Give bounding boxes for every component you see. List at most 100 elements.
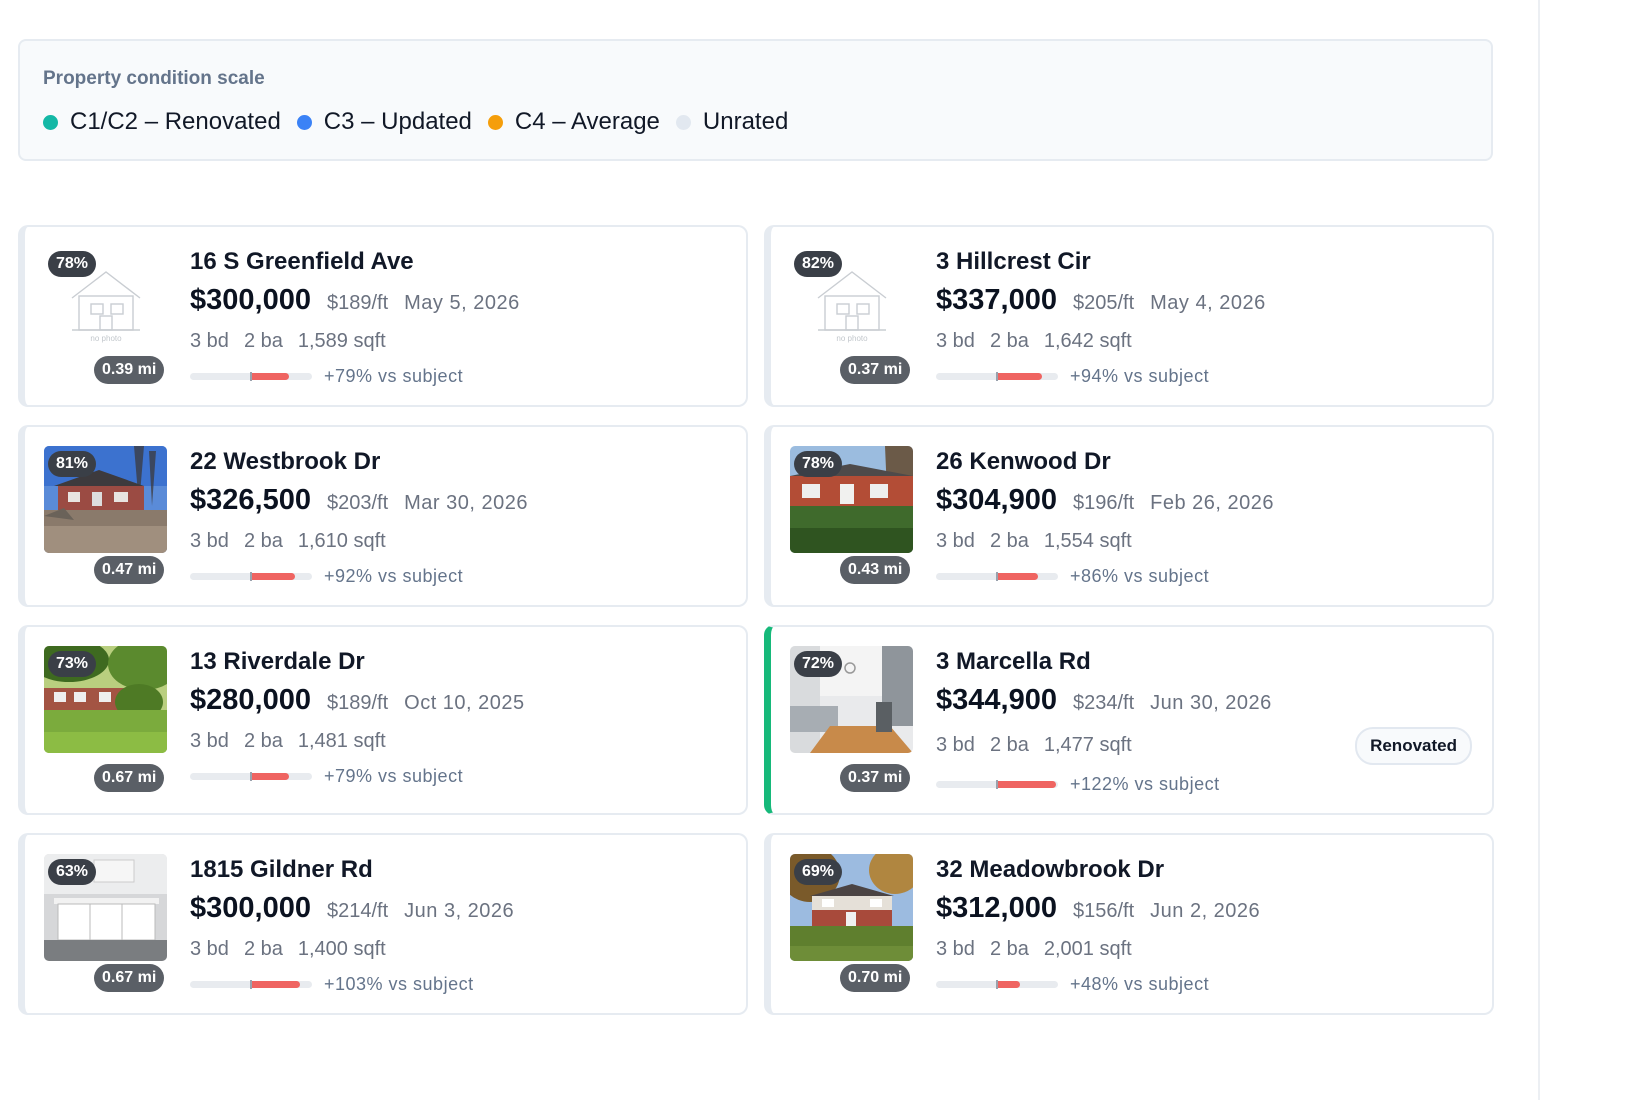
beds: 3 bd — [190, 330, 229, 352]
scrollbar-track[interactable] — [1538, 0, 1540, 1100]
sale-date: Oct 10, 2025 — [404, 692, 525, 714]
vs-subject-bar — [936, 372, 1058, 381]
price-per-sqft: $214/ft — [326, 900, 389, 922]
subject-marker — [250, 372, 252, 381]
match-score-badge: 82% — [794, 251, 843, 277]
price-line: $300,000 $189/ft May 5, 2026 — [190, 284, 520, 317]
vs-subject-bar-fill — [251, 373, 289, 380]
price-line: $344,900 $234/ft Jun 30, 2026 — [936, 684, 1272, 717]
subject-marker — [996, 980, 998, 989]
sqft: 1,610 sqft — [297, 530, 386, 552]
vs-subject-label: +103% vs subject — [324, 974, 474, 994]
sqft: 1,400 sqft — [297, 938, 386, 960]
legend-item-average: C4 – Average — [487, 108, 660, 136]
comp-card[interactable]: 78% 0.43 mi 26 Kenwood Dr $304,900 $196/… — [764, 425, 1494, 607]
beds: 3 bd — [190, 938, 229, 960]
vs-subject-bar-fill — [251, 573, 296, 580]
subject-marker — [250, 980, 252, 989]
price-per-sqft: $196/ft — [1072, 492, 1135, 514]
match-score-badge: 63% — [48, 859, 97, 885]
subject-marker — [996, 372, 998, 381]
beds: 3 bd — [190, 530, 229, 552]
match-score-badge: 69% — [794, 859, 843, 885]
subject-marker — [996, 780, 998, 789]
sale-date: Jun 3, 2026 — [404, 900, 515, 922]
baths: 2 ba — [243, 330, 283, 352]
distance-badge: 0.37 mi — [840, 356, 911, 384]
distance-badge: 0.39 mi — [94, 356, 165, 384]
legend-dot — [43, 114, 58, 130]
comp-card[interactable]: 81% 0.47 mi 22 Westbrook Dr $326,500 $20… — [18, 425, 748, 607]
match-score-badge: 72% — [794, 651, 843, 677]
comp-address[interactable]: 3 Hillcrest Cir — [936, 248, 1091, 276]
vs-subject-bar — [936, 780, 1058, 789]
comp-address[interactable]: 1815 Gildner Rd — [190, 856, 373, 884]
match-score-badge: 78% — [48, 251, 97, 277]
price-per-sqft: $189/ft — [326, 692, 389, 714]
vs-subject-bar-fill — [997, 573, 1039, 580]
comp-address[interactable]: 16 S Greenfield Ave — [190, 248, 414, 276]
comp-address[interactable]: 22 Westbrook Dr — [190, 448, 380, 476]
vs-subject-bar — [190, 772, 312, 781]
comp-price: $344,900 — [936, 684, 1057, 716]
price-line: $326,500 $203/ft Mar 30, 2026 — [190, 484, 528, 517]
sqft: 1,481 sqft — [297, 730, 386, 752]
price-line: $300,000 $214/ft Jun 3, 2026 — [190, 892, 514, 925]
comp-address[interactable]: 32 Meadowbrook Dr — [936, 856, 1164, 884]
distance-badge: 0.67 mi — [94, 964, 165, 992]
comp-card[interactable]: 78% 0.39 mi 16 S Greenfield Ave $300,000… — [18, 225, 748, 407]
price-line: $280,000 $189/ft Oct 10, 2025 — [190, 684, 525, 717]
vs-subject-bar — [936, 572, 1058, 581]
sale-date: Jun 2, 2026 — [1150, 900, 1261, 922]
legend-dot — [675, 114, 691, 130]
vs-subject-line: +94% vs subject — [936, 366, 1209, 387]
vs-subject-bar-fill — [251, 981, 301, 988]
comp-card[interactable]: 69% 0.70 mi 32 Meadowbrook Dr $312,000 $… — [764, 833, 1494, 1015]
vs-subject-line: +86% vs subject — [936, 566, 1209, 587]
comp-specs: 3 bd 2 ba 1,477 sqft — [936, 734, 1147, 757]
vs-subject-label: +79% vs subject — [324, 366, 464, 386]
comp-price: $300,000 — [190, 892, 311, 924]
comp-card[interactable]: 73% 0.67 mi 13 Riverdale Dr $280,000 $18… — [18, 625, 748, 815]
comp-specs: 3 bd 2 ba 1,400 sqft — [190, 938, 401, 961]
comp-specs: 3 bd 2 ba 1,610 sqft — [190, 530, 401, 553]
beds: 3 bd — [936, 530, 975, 552]
comp-address[interactable]: 3 Marcella Rd — [936, 648, 1091, 676]
comp-specs: 3 bd 2 ba 1,481 sqft — [190, 730, 401, 753]
comp-card[interactable]: 63% 0.67 mi 1815 Gildner Rd $300,000 $21… — [18, 833, 748, 1015]
baths: 2 ba — [989, 530, 1029, 552]
comp-address[interactable]: 26 Kenwood Dr — [936, 448, 1111, 476]
comp-price: $326,500 — [190, 484, 311, 516]
baths: 2 ba — [989, 734, 1029, 756]
baths: 2 ba — [989, 938, 1029, 960]
comp-card[interactable]: 82% 0.37 mi 3 Hillcrest Cir $337,000 $20… — [764, 225, 1494, 407]
vs-subject-bar — [190, 980, 312, 989]
vs-subject-bar-fill — [997, 373, 1043, 380]
distance-badge: 0.47 mi — [94, 556, 165, 584]
distance-badge: 0.37 mi — [840, 764, 911, 792]
sqft: 1,554 sqft — [1043, 530, 1132, 552]
vs-subject-line: +103% vs subject — [190, 974, 474, 995]
match-score-badge: 81% — [48, 451, 97, 477]
legend-item-unrated: Unrated — [675, 108, 788, 136]
vs-subject-label: +122% vs subject — [1070, 774, 1220, 794]
comp-address[interactable]: 13 Riverdale Dr — [190, 648, 365, 676]
vs-subject-label: +48% vs subject — [1070, 974, 1210, 994]
comp-card[interactable]: 72% 0.37 mi 3 Marcella Rd $344,900 $234/… — [764, 625, 1494, 815]
vs-subject-line: +79% vs subject — [190, 766, 463, 787]
baths: 2 ba — [243, 938, 283, 960]
vs-subject-label: +94% vs subject — [1070, 366, 1210, 386]
vs-subject-line: +48% vs subject — [936, 974, 1209, 995]
legend-title: Property condition scale — [43, 68, 265, 89]
vs-subject-label: +79% vs subject — [324, 766, 464, 786]
comp-specs: 3 bd 2 ba 1,589 sqft — [190, 330, 401, 353]
beds: 3 bd — [190, 730, 229, 752]
vs-subject-bar — [190, 572, 312, 581]
sale-date: Feb 26, 2026 — [1150, 492, 1275, 514]
baths: 2 ba — [989, 330, 1029, 352]
legend-dot — [487, 114, 503, 130]
condition-badge: Renovated — [1355, 727, 1472, 765]
price-per-sqft: $205/ft — [1072, 292, 1135, 314]
condition-legend: Property condition scale C1/C2 – Renovat… — [18, 39, 1493, 161]
vs-subject-bar-fill — [251, 773, 289, 780]
